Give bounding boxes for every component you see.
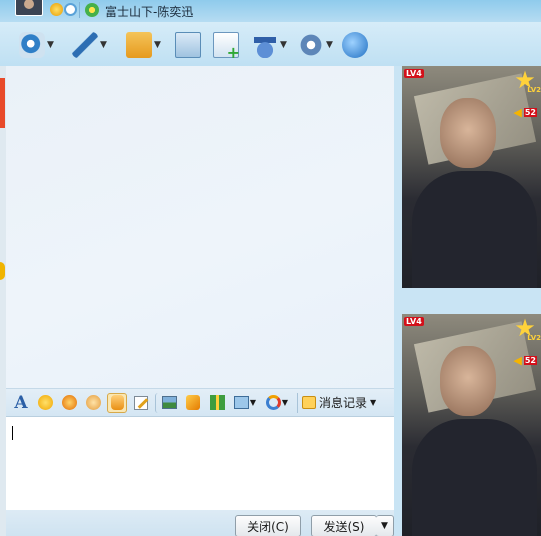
level-badge-secondary: LV2 (527, 86, 541, 94)
app-settings-button[interactable]: ▼ (298, 30, 333, 60)
share-globe-icon (342, 32, 368, 58)
title-divider (79, 2, 80, 18)
chevron-down-icon: ▼ (381, 521, 388, 531)
emoticon-icon[interactable] (35, 393, 55, 413)
volume-value: 52 (523, 108, 537, 117)
send-file-button[interactable]: ▼ (126, 30, 161, 60)
side-tab-marker (0, 262, 5, 280)
contact-name: 富士山下-陈奕迅 (105, 5, 194, 19)
chat-history-icon (302, 396, 316, 409)
video-person-body (412, 171, 537, 288)
speaker-icon: ◀ (513, 106, 522, 119)
magic-emoticon-icon[interactable] (59, 393, 79, 413)
level-badge: LV4 (404, 317, 424, 326)
webcam-icon (19, 32, 45, 58)
image-icon[interactable] (155, 392, 179, 413)
message-input[interactable] (6, 416, 394, 510)
volume-indicator[interactable]: ◀ 52 (513, 106, 537, 119)
format-toolbar: A ▼ ▼ 消息记录 ▼ (6, 388, 394, 416)
chevron-down-icon[interactable]: ▼ (370, 398, 376, 407)
microphone-icon (72, 32, 98, 58)
screen-capture-icon[interactable]: ▼ (231, 393, 259, 413)
close-button[interactable]: 关闭(C) (235, 515, 301, 536)
video-person-face (440, 346, 496, 416)
chevron-down-icon[interactable]: ▼ (280, 40, 287, 50)
chevron-down-icon[interactable]: ▼ (47, 40, 54, 50)
gear-icon (298, 32, 324, 58)
local-video-panel[interactable]: LV4 ★ LV2 ◀ 52 (402, 314, 541, 536)
send-message-button[interactable] (175, 30, 201, 60)
graduation-cap-icon (252, 32, 278, 58)
send-button[interactable]: 发送(S) (311, 515, 377, 536)
level-badge: LV4 (404, 69, 424, 78)
music-icon[interactable] (183, 393, 203, 413)
text-caret (12, 426, 13, 440)
title-bar: 富士山下-陈奕迅 (0, 0, 541, 22)
side-tab-marker (0, 78, 5, 128)
message-history-area[interactable] (6, 66, 394, 388)
video-person-face (440, 98, 496, 168)
font-icon[interactable]: A (11, 393, 31, 413)
flower-status-icon (85, 3, 99, 17)
vip-star-icon (50, 3, 63, 16)
search-icon[interactable] (64, 3, 77, 16)
level-badge-secondary: LV2 (527, 334, 541, 342)
folder-send-icon (126, 32, 152, 58)
share-button[interactable] (342, 30, 368, 60)
chevron-down-icon[interactable]: ▼ (100, 40, 107, 50)
speaker-icon: ◀ (513, 354, 522, 367)
bottom-button-bar: 关闭(C) 发送(S) ▼ (6, 510, 394, 536)
video-person-body (412, 419, 537, 536)
message-history-button[interactable]: 消息记录 ▼ (297, 392, 376, 413)
pen-edit-icon[interactable] (131, 393, 151, 413)
chevron-down-icon[interactable]: ▼ (154, 40, 161, 50)
chevron-down-icon[interactable]: ▼ (326, 40, 333, 50)
panel-divider[interactable] (394, 66, 402, 536)
remote-video-panel[interactable]: LV4 ★ LV2 ◀ 52 (402, 66, 541, 288)
contact-avatar[interactable] (15, 0, 43, 16)
message-envelope-icon (175, 32, 201, 58)
send-options-dropdown[interactable]: ▼ (376, 515, 394, 536)
message-history-label: 消息记录 (319, 396, 368, 410)
nudge-icon[interactable] (107, 392, 127, 413)
volume-indicator[interactable]: ◀ 52 (513, 354, 537, 367)
video-call-button[interactable]: ▼ (19, 30, 54, 60)
create-group-button[interactable]: + (213, 30, 240, 61)
voice-call-button[interactable]: ▼ (72, 30, 107, 60)
volume-value: 52 (523, 356, 537, 365)
remote-assist-button[interactable]: ▼ (252, 30, 287, 60)
sogou-app-icon[interactable]: ▼ (263, 393, 291, 413)
gift-icon[interactable] (207, 393, 227, 413)
cartoon-face-icon[interactable] (83, 393, 103, 413)
add-list-icon: + (213, 32, 240, 61)
